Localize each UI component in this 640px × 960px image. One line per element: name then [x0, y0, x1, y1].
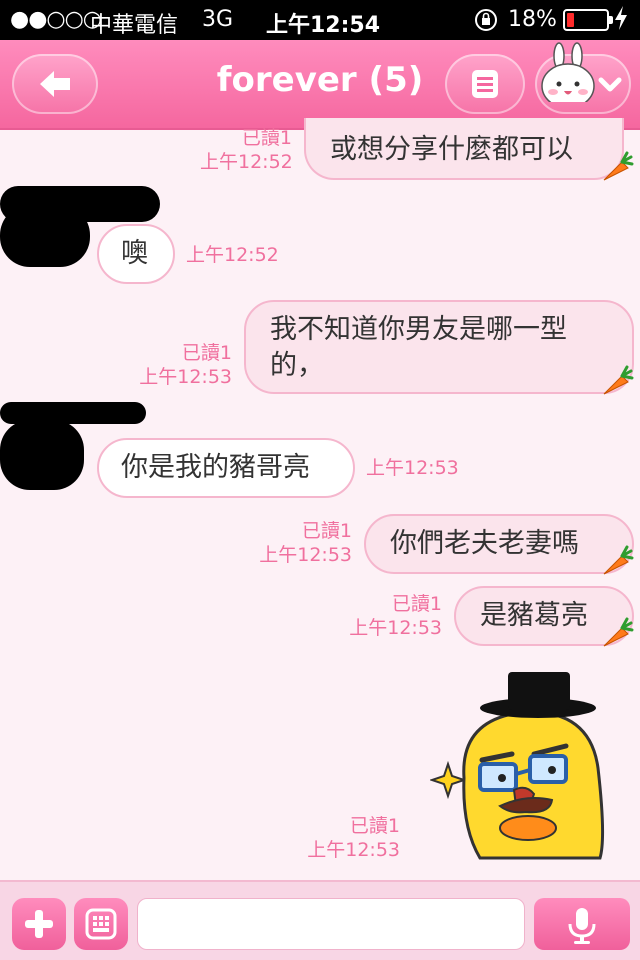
message-time: 上午12:53 — [259, 544, 352, 566]
clock: 上午12:54 — [266, 13, 381, 38]
message-time: 上午12:53 — [307, 839, 400, 861]
battery-percent: 18% — [508, 7, 557, 32]
rotation-lock-icon — [474, 6, 498, 38]
duck-with-top-hat-sticker[interactable] — [430, 668, 620, 868]
signal-strength: ●●○○○ — [10, 7, 102, 32]
message-time: 上午12:53 — [139, 366, 232, 388]
message-input-bar — [0, 880, 640, 960]
carrier-name: 中華電信 — [90, 13, 179, 38]
back-button[interactable] — [12, 54, 98, 114]
arrow-left-icon — [40, 71, 70, 97]
message-time: 上午12:53 — [349, 617, 442, 639]
message-time: 上午12:53 — [366, 457, 459, 479]
chat-title: forever (5) — [216, 60, 424, 100]
keyboard-icon — [85, 908, 117, 940]
voice-message-button[interactable] — [534, 898, 630, 950]
read-receipt: 已讀1 — [241, 127, 292, 149]
status-bar: ●●○○○ 中華電信 3G 上午12:54 18% — [0, 0, 640, 40]
battery-icon — [563, 9, 613, 31]
list-icon — [472, 70, 498, 98]
chat-header: forever (5) — [0, 40, 640, 130]
read-receipt: 已讀1 — [181, 342, 232, 364]
carrot-icon — [603, 365, 634, 395]
chevron-down-icon — [598, 77, 622, 92]
battery-level — [567, 13, 574, 27]
menu-button[interactable] — [445, 54, 525, 114]
incoming-message-bubble[interactable]: 噢 — [97, 224, 175, 284]
carrot-icon — [603, 151, 634, 181]
add-attachment-button[interactable] — [12, 898, 66, 950]
charging-bolt-icon — [614, 5, 628, 37]
carrot-icon — [603, 545, 634, 575]
redacted-avatar — [0, 205, 90, 267]
outgoing-message-bubble[interactable]: 或想分享什麼都可以 — [304, 118, 624, 180]
network-type: 3G — [202, 7, 234, 32]
outgoing-message-bubble[interactable]: 你們老夫老妻嗎 — [364, 514, 634, 574]
message-time: 上午12:52 — [186, 244, 279, 266]
incoming-message-bubble[interactable]: 你是我的豬哥亮 — [97, 438, 355, 498]
message-time: 上午12:52 — [200, 151, 293, 173]
message-text-field[interactable] — [137, 898, 525, 950]
keyboard-button[interactable] — [74, 898, 128, 950]
read-receipt: 已讀1 — [301, 520, 352, 542]
carrot-icon — [603, 617, 634, 647]
microphone-icon — [568, 908, 596, 944]
redacted-avatar — [0, 420, 84, 490]
sticker-menu-button[interactable] — [535, 42, 631, 114]
plus-icon — [25, 910, 53, 938]
read-receipt: 已讀1 — [349, 815, 400, 837]
chat-screen: ●●○○○ 中華電信 3G 上午12:54 18% forever (5) 已讀… — [0, 0, 640, 960]
read-receipt: 已讀1 — [391, 593, 442, 615]
outgoing-message-bubble[interactable]: 我不知道你男友是哪一型的， — [244, 300, 634, 394]
